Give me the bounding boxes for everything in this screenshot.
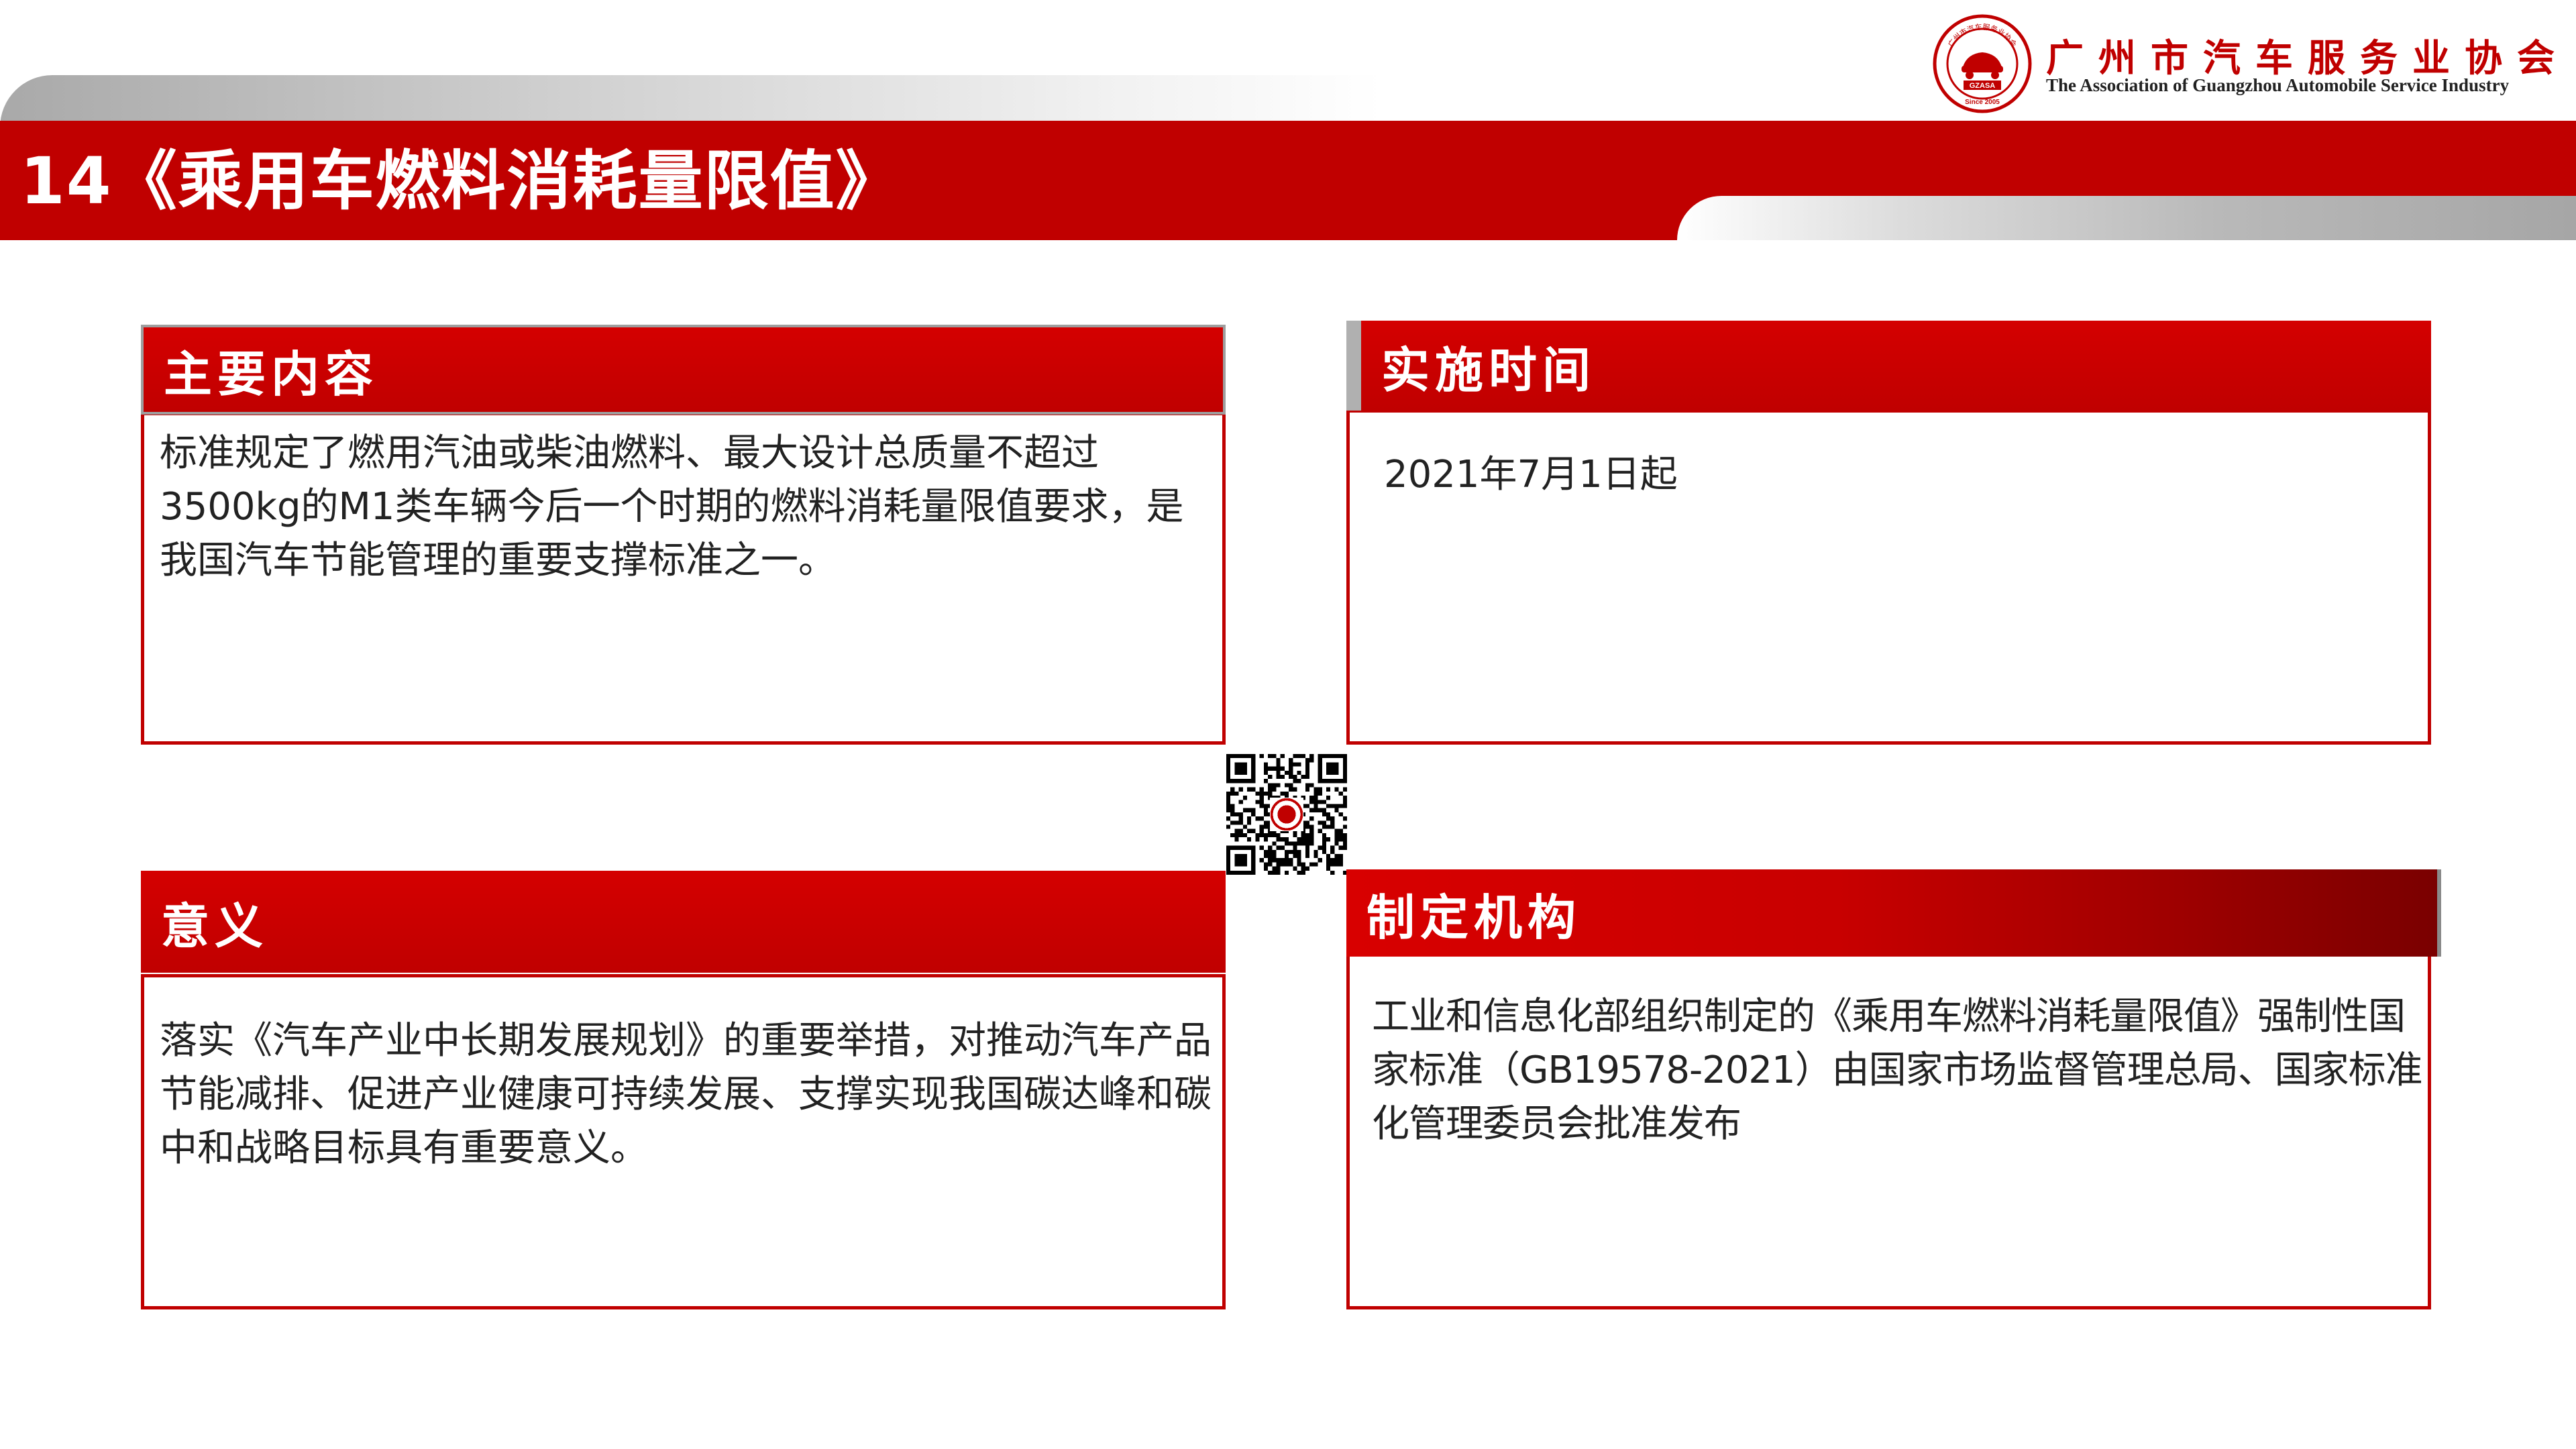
implementation-time-title: 实施时间 <box>1381 341 1597 398</box>
issuing-body-header: 制定机构 <box>1346 869 2441 957</box>
main-content-body: 标准规定了燃用汽油或柴油燃料、最大设计总质量不超过3500kg的M1类车辆今后一… <box>160 431 1184 582</box>
seal-abbr: GZASA <box>1970 82 1996 90</box>
seal-since: Since 2005 <box>1965 99 2000 106</box>
significance-header: 意义 <box>141 871 1226 973</box>
significance-body: 落实《汽车产业中长期发展规划》的重要举措，对推动汽车产品节能减排、促进产业健康可… <box>160 1019 1212 1170</box>
issuing-body-title: 制定机构 <box>1366 889 1582 946</box>
implementation-time-header: 实施时间 <box>1346 321 2431 411</box>
qr-code-icon <box>1226 754 1347 875</box>
association-name-en: The Association of Guangzhou Automobile … <box>2046 75 2510 95</box>
association-name-cn: 广州市汽车服务业协会 <box>2046 37 2569 80</box>
page-title: 14《乘用车燃料消耗量限值》 <box>20 144 902 219</box>
header-grey-swoosh-top <box>0 75 1382 127</box>
issuing-body-body: 工业和信息化部组织制定的《乘用车燃料消耗量限值》强制性国家标准（GB19578-… <box>1372 995 2423 1146</box>
main-content-title: 主要内容 <box>164 345 379 402</box>
association-seal-logo: GZASA Since 2005 广州市汽车服务业协会 <box>1933 14 2032 113</box>
significance-title: 意义 <box>161 898 269 955</box>
main-content-header: 主要内容 <box>141 325 1226 415</box>
association-logo: GZASA Since 2005 广州市汽车服务业协会 广州市汽车服务业协会 T… <box>1932 13 2563 114</box>
header-grey-swoosh-bottom <box>1677 196 2576 240</box>
implementation-time-body: 2021年7月1日起 <box>1384 453 1678 496</box>
